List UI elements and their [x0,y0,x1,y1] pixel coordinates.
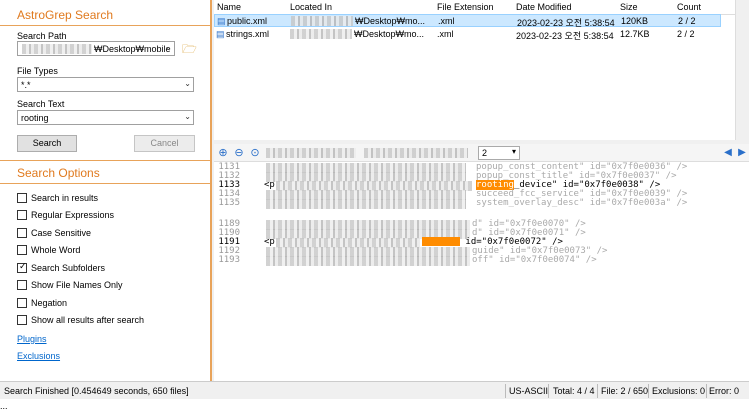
search-text-label: Search Text [17,99,65,109]
file-icon: ▤ [216,29,225,39]
status-divider [648,384,649,398]
checkbox[interactable] [17,298,27,308]
code-line: 1193 off" id="0x7f0e0074" /> [218,255,597,266]
options-divider-top [0,160,210,161]
file-types-value: *.* [21,80,31,90]
redacted-code [266,199,466,209]
footer-text: ... [0,401,8,411]
checkbox[interactable] [17,193,27,203]
checkbox-checked[interactable] [17,261,27,273]
zoom-reset-icon[interactable]: ⊙ [248,146,262,160]
redacted-path [290,29,352,39]
status-encoding: US-ASCII [509,386,549,396]
col-header-modified[interactable]: Date Modified [516,2,572,14]
zoom-out-icon[interactable]: ⊖ [232,146,246,160]
table-row[interactable]: ▤ public.xml ₩Desktop₩mo... .xml 2023-02… [214,14,721,28]
search-text-value: rooting [21,113,49,123]
status-total: Total: 4 / 4 [553,386,595,396]
status-divider [548,384,549,398]
previous-icon[interactable]: ◀ [721,146,735,160]
chevron-down-icon[interactable]: ⌄ [184,112,191,121]
file-types-label: File Types [17,66,58,76]
results-scrollbar[interactable] [735,0,749,140]
viewer-dropdown[interactable]: 2 ▾ [478,146,520,160]
results-table: Name Located In File Extension Date Modi… [214,0,749,140]
code-line: 1135 system_overlay_desc" id="0x7f0e003a"… [218,198,688,209]
option-regular-expressions[interactable]: Regular Expressions [17,209,114,221]
chevron-down-icon[interactable]: ▾ [512,147,516,156]
search-path-value: ₩Desktop₩mobile [94,44,171,54]
cancel-button[interactable]: Cancel [134,135,195,152]
app-title: AstroGrep Search [17,8,114,22]
checkbox[interactable] [17,280,27,290]
status-bar: Search Finished [0.454649 seconds, 650 f… [0,381,749,399]
col-header-name[interactable]: Name [217,2,241,14]
status-error: Error: 0 [709,386,740,396]
zoom-in-icon[interactable]: ⊕ [216,146,230,160]
chevron-down-icon[interactable]: ⌄ [165,43,172,52]
status-exclusions: Exclusions: 0 [652,386,706,396]
option-search-in-results[interactable]: Search in results [17,192,98,204]
file-icon: ▤ [217,16,226,26]
redacted-code [266,256,470,266]
col-header-count[interactable]: Count [677,2,701,14]
search-text-combo[interactable]: rooting ⌄ [17,110,194,125]
search-panel: AstroGrep Search Search Path ₩Desktop₩mo… [0,0,212,381]
option-show-file-names-only[interactable]: Show File Names Only [17,279,123,291]
option-negation[interactable]: Negation [17,297,67,309]
search-options-title: Search Options [17,166,100,180]
col-header-size[interactable]: Size [620,2,638,14]
status-divider [597,384,598,398]
redacted-toolbar [364,148,468,158]
search-path-label: Search Path [17,31,67,41]
checkbox[interactable] [17,228,27,238]
status-divider [505,384,506,398]
checkbox[interactable] [17,210,27,220]
file-preview: 1131 popup_const_content" id="0x7f0e0036"… [214,162,749,381]
search-match [422,237,460,246]
col-header-located[interactable]: Located In [290,2,332,14]
plugins-link[interactable]: Plugins [17,334,47,344]
status-divider [706,384,707,398]
option-search-subfolders[interactable]: Search Subfolders [17,261,105,274]
astrogrep-window: AstroGrep Search Search Path ₩Desktop₩mo… [0,0,749,417]
option-show-all-results[interactable]: Show all results after search [17,314,144,326]
options-divider [0,183,210,184]
checkbox[interactable] [17,245,27,255]
status-message: Search Finished [0.454649 seconds, 650 f… [4,386,189,396]
option-whole-word[interactable]: Whole Word [17,244,80,256]
chevron-down-icon[interactable]: ⌄ [184,79,191,88]
status-file: File: 2 / 650 [601,386,649,396]
folder-icon[interactable]: 🗁 [182,40,197,56]
redacted-path [291,16,353,26]
window-footer: ... [0,399,749,417]
redacted-path [22,44,92,54]
redacted-toolbar [266,148,356,158]
search-path-combo[interactable]: ₩Desktop₩mobile ⌄ [17,41,175,56]
search-button[interactable]: Search [17,135,77,152]
next-icon[interactable]: ▶ [735,146,749,160]
file-types-combo[interactable]: *.* ⌄ [17,77,194,92]
table-row[interactable]: ▤ strings.xml ₩Desktop₩mo... .xml 2023-0… [214,28,721,41]
col-header-ext[interactable]: File Extension [437,2,494,14]
option-case-sensitive[interactable]: Case Sensitive [17,227,91,239]
viewer-toolbar: ⊕ ⊖ ⊙ 2 ▾ ◀ ▶ [214,144,749,162]
title-divider [0,25,210,26]
checkbox[interactable] [17,315,27,325]
exclusions-link[interactable]: Exclusions [17,351,60,361]
